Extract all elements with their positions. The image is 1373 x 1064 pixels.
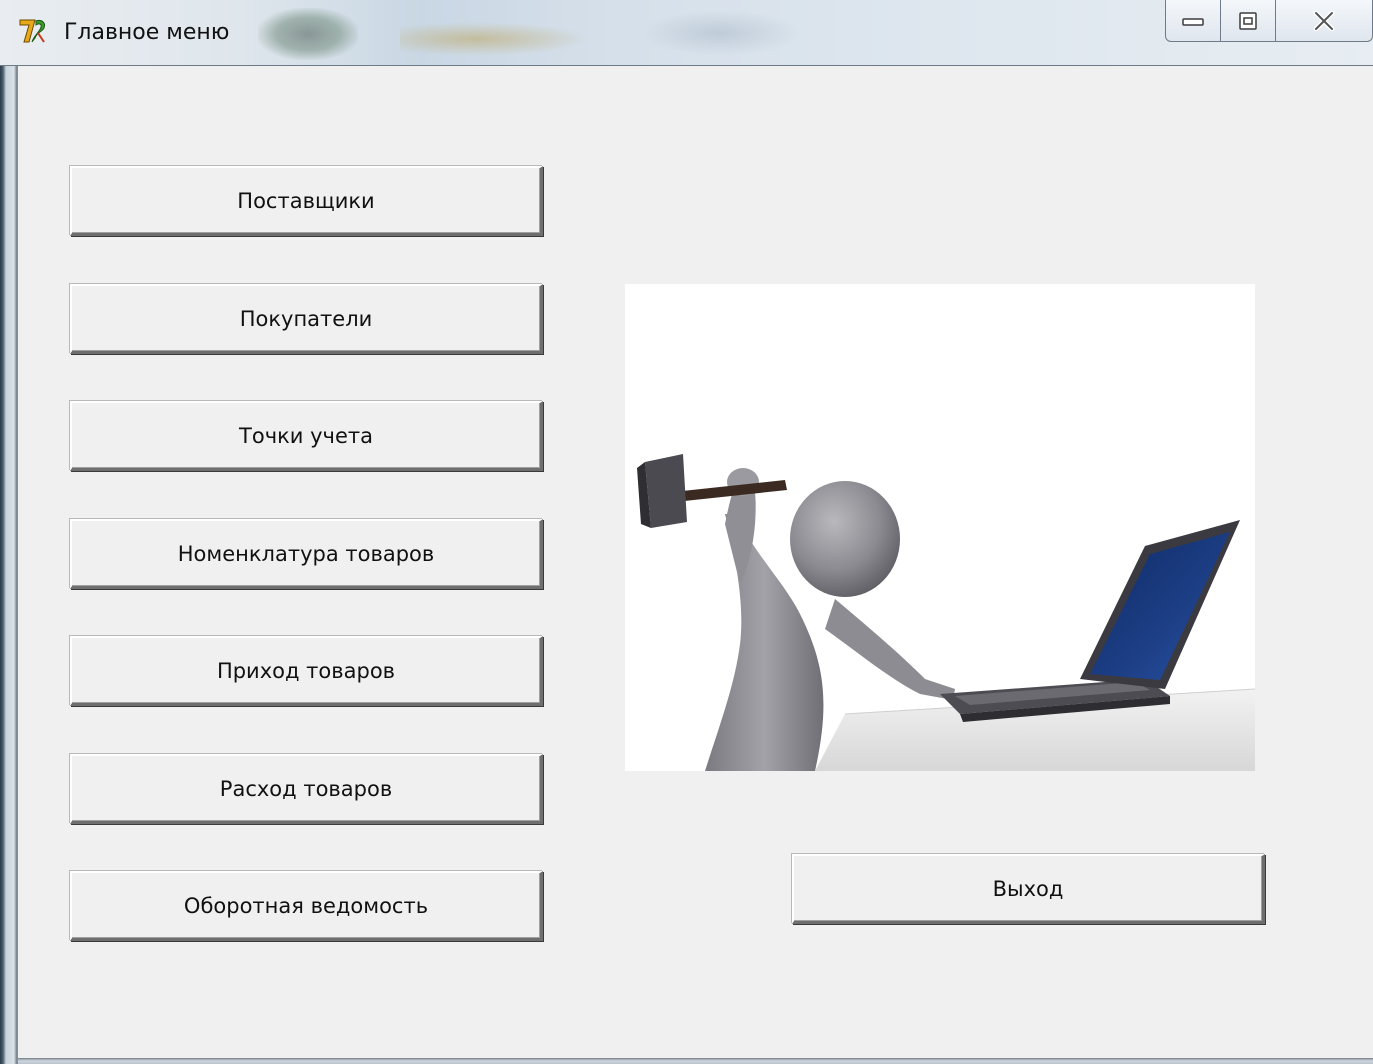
goods-receipt-button[interactable]: Приход товаров: [70, 636, 543, 706]
app-7-icon: [18, 17, 48, 45]
window-caption-buttons: [1165, 0, 1373, 44]
accounting-points-button[interactable]: Точки учета: [70, 401, 543, 471]
title-bar-background-blur: [640, 10, 800, 56]
window-frame-bottom: [18, 1058, 1373, 1064]
illustration-picture: [625, 284, 1255, 771]
turnover-statement-button[interactable]: Оборотная ведомость: [70, 871, 543, 941]
close-icon: [1313, 10, 1335, 31]
window-title: Главное меню: [64, 20, 230, 45]
suppliers-button[interactable]: Поставщики: [70, 166, 543, 236]
title-bar-background-blur: [258, 8, 358, 60]
close-button[interactable]: [1275, 0, 1373, 42]
nomenclature-button[interactable]: Номенклатура товаров: [70, 519, 543, 589]
window-frame-left: [0, 66, 18, 1064]
minimize-icon: [1182, 17, 1204, 26]
goods-expense-button[interactable]: Расход товаров: [70, 754, 543, 824]
customers-button[interactable]: Покупатели: [70, 284, 543, 354]
maximize-button[interactable]: [1220, 0, 1276, 42]
figure-with-hammer-and-laptop-illustration: [637, 454, 1255, 771]
title-bar: Главное меню: [0, 0, 1373, 66]
minimize-button[interactable]: [1165, 0, 1221, 42]
exit-button[interactable]: Выход: [792, 854, 1265, 924]
title-bar-background-blur: [400, 22, 590, 56]
maximize-icon: [1239, 11, 1257, 30]
